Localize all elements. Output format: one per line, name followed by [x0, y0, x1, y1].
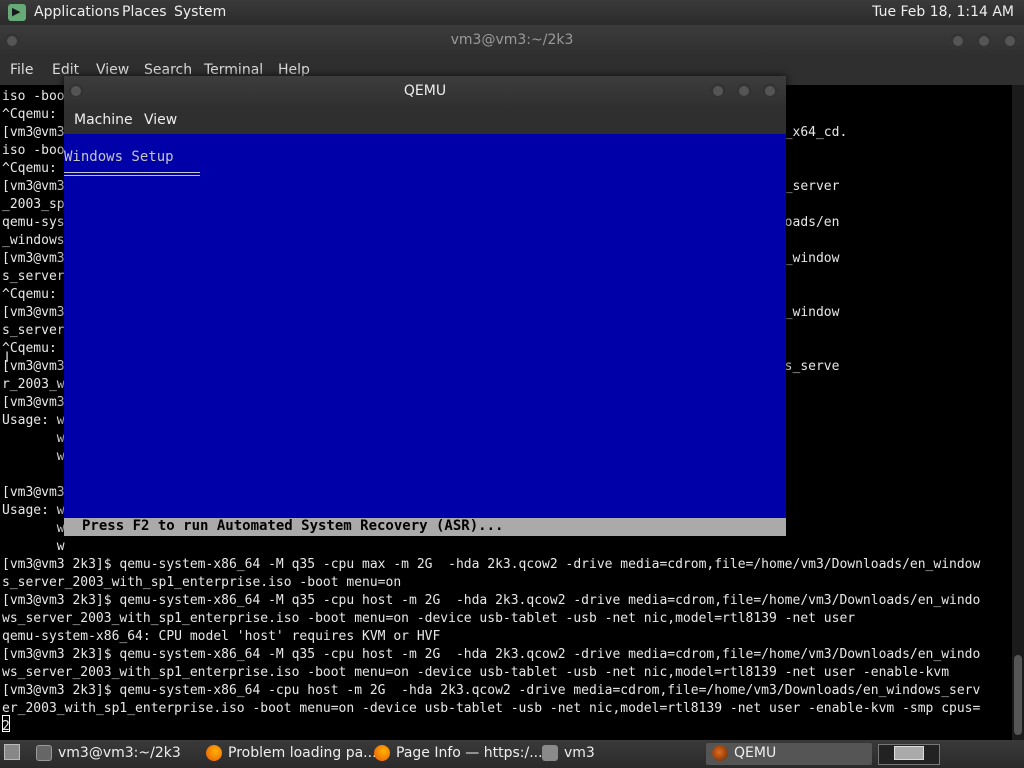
terminal-line: [vm3@vm3 2k3]$ qemu-system-x86_64 -M q35… — [2, 557, 981, 572]
terminal-line: ws_server_2003_with_sp1_enterprise.iso -… — [2, 611, 856, 626]
applications-icon[interactable]: ▶ — [8, 4, 26, 21]
firefox-icon — [206, 745, 222, 761]
menu-file[interactable]: File — [10, 62, 33, 78]
applications-menu[interactable]: Applications — [34, 4, 120, 20]
terminal-icon — [36, 745, 52, 761]
taskbar-item-terminal[interactable]: vm3@vm3:~/2k3 — [36, 743, 196, 765]
terminal-line: [vm3@vm3 2k3]$ qemu-system-x86_64 -M q35… — [2, 593, 981, 608]
qemu-window-title: QEMU — [403, 83, 447, 99]
taskbar-item-label: Problem loading pa... — [228, 745, 377, 761]
taskbar-item-qemu[interactable]: QEMU — [706, 743, 872, 765]
terminal-line: qemu-system-x86_64: CPU model 'host' req… — [2, 629, 441, 644]
firefox-icon — [374, 745, 390, 761]
workspace-window-preview — [894, 746, 924, 760]
setup-status-bar: Press F2 to run Automated System Recover… — [64, 518, 786, 536]
taskbar-item-vm3-folder[interactable]: vm3 — [542, 743, 702, 765]
places-menu[interactable]: Places — [122, 4, 167, 20]
close-icon[interactable] — [1002, 33, 1018, 49]
qemu-menu-machine[interactable]: Machine — [74, 112, 133, 128]
taskbar-item-label: Page Info — https:/... — [396, 745, 543, 761]
terminal-scrollbar[interactable] — [1012, 85, 1024, 740]
qemu-minimize-icon[interactable] — [710, 83, 726, 99]
show-desktop-icon[interactable] — [4, 744, 20, 760]
folder-icon — [542, 745, 558, 761]
terminal-line: s_server_2003_with_sp1_enterprise.iso -b… — [2, 575, 402, 590]
asr-prompt: Press F2 to run Automated System Recover… — [82, 518, 504, 534]
taskbar-item-label: vm3@vm3:~/2k3 — [58, 745, 181, 761]
setup-title-underline — [64, 175, 200, 176]
setup-title: Windows Setup — [64, 149, 174, 165]
qemu-close-icon[interactable] — [762, 83, 778, 99]
terminal-line: ws_server_2003_with_sp1_enterprise.iso -… — [2, 665, 950, 680]
terminal-window-title: vm3@vm3:~/2k3 — [450, 32, 574, 48]
terminal-line: er_2003_with_sp1_enterprise.iso -boot me… — [2, 701, 981, 716]
terminal-scrollbar-thumb[interactable] — [1014, 655, 1022, 735]
taskbar-item-label: QEMU — [734, 745, 777, 761]
terminal-line: [vm3@vm3 2k3]$ qemu-system-x86_64 -M q35… — [2, 647, 981, 662]
qemu-icon — [712, 745, 728, 761]
qemu-menubar: Machine View — [64, 106, 786, 134]
terminal-line: [vm3@vm3 2k3]$ qemu-system-x86_64 -cpu h… — [2, 683, 981, 698]
maximize-icon[interactable] — [976, 33, 992, 49]
setup-title-underline — [64, 172, 200, 173]
taskbar: vm3@vm3:~/2k3 Problem loading pa... Page… — [0, 740, 1024, 768]
minimize-icon[interactable] — [950, 33, 966, 49]
taskbar-item-label: vm3 — [564, 745, 595, 761]
qemu-menu-view[interactable]: View — [144, 112, 177, 128]
system-menu[interactable]: System — [174, 4, 226, 20]
qemu-maximize-icon[interactable] — [736, 83, 752, 99]
terminal-titlebar[interactable]: vm3@vm3:~/2k3 — [0, 25, 1024, 57]
clock[interactable]: Tue Feb 18, 1:14 AM — [872, 4, 1014, 20]
terminal-line: 2 — [2, 719, 10, 734]
top-panel: ▶ Applications Places System Tue Feb 18,… — [0, 0, 1024, 25]
qemu-window: QEMU Machine View Windows Setup Press F2… — [64, 76, 786, 536]
taskbar-item-firefox-problem[interactable]: Problem loading pa... — [206, 743, 377, 765]
taskbar-item-page-info[interactable]: Page Info — https:/... — [374, 743, 543, 765]
mouse-ibeam-icon: I — [5, 350, 10, 366]
vm-display[interactable]: Windows Setup Press F2 to run Automated … — [64, 134, 786, 536]
terminal-line: w — [2, 539, 65, 554]
terminal-cursor — [2, 715, 10, 732]
qemu-titlebar[interactable]: QEMU — [64, 76, 786, 106]
